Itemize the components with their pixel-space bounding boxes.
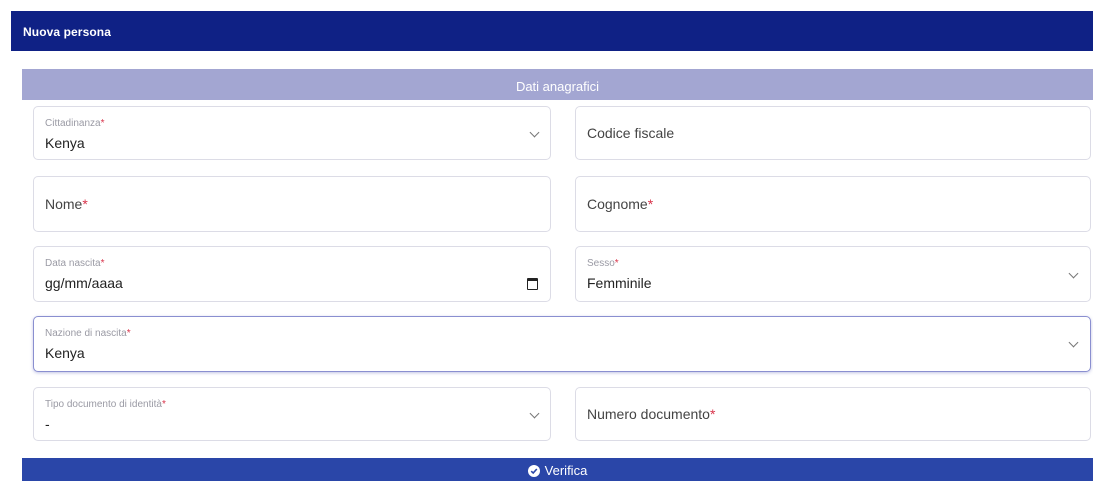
- numero-documento-placeholder: Numero documento *: [587, 406, 716, 422]
- nazione-nascita-select[interactable]: Nazione di nascita* Kenya: [33, 316, 1091, 372]
- cittadinanza-value: Kenya: [45, 135, 85, 151]
- chevron-down-icon: [529, 408, 540, 419]
- tipo-documento-value: -: [45, 416, 50, 432]
- chevron-down-icon: [1068, 268, 1079, 279]
- section-title: Dati anagrafici: [515, 79, 600, 94]
- sesso-value: Femminile: [587, 275, 652, 291]
- verify-label: Verifica: [544, 463, 588, 478]
- sesso-label: Sesso*: [587, 258, 619, 269]
- nazione-nascita-value: Kenya: [45, 345, 85, 361]
- page-title: Nuova persona: [23, 25, 111, 39]
- app-header: Nuova persona: [11, 11, 1093, 51]
- data-nascita-value: gg/mm/aaaa: [45, 275, 123, 291]
- tipo-documento-label: Tipo documento di identità*: [45, 399, 166, 410]
- tipo-documento-select[interactable]: Tipo documento di identità* -: [33, 387, 551, 441]
- sesso-select[interactable]: Sesso* Femminile: [575, 246, 1091, 302]
- cognome-placeholder: Cognome *: [587, 196, 654, 212]
- check-circle-icon: [527, 464, 540, 477]
- verify-button[interactable]: Verifica: [22, 458, 1093, 481]
- cognome-input[interactable]: Cognome *: [575, 176, 1091, 232]
- chevron-down-icon: [1068, 337, 1079, 348]
- codice-fiscale-input[interactable]: Codice fiscale: [575, 106, 1091, 160]
- data-nascita-label: Data nascita*: [45, 258, 105, 269]
- nome-input[interactable]: Nome *: [33, 176, 551, 232]
- numero-documento-input[interactable]: Numero documento *: [575, 387, 1091, 441]
- data-nascita-input[interactable]: Data nascita* gg/mm/aaaa: [33, 246, 551, 302]
- nome-placeholder: Nome *: [45, 196, 88, 212]
- section-header-dati-anagrafici: Dati anagrafici: [22, 69, 1093, 100]
- nazione-nascita-label: Nazione di nascita*: [45, 328, 131, 339]
- cittadinanza-select[interactable]: Cittadinanza* Kenya: [33, 106, 551, 160]
- cittadinanza-label: Cittadinanza*: [45, 118, 105, 129]
- calendar-icon[interactable]: [527, 278, 538, 290]
- chevron-down-icon: [529, 127, 540, 138]
- codice-fiscale-placeholder: Codice fiscale: [587, 125, 675, 141]
